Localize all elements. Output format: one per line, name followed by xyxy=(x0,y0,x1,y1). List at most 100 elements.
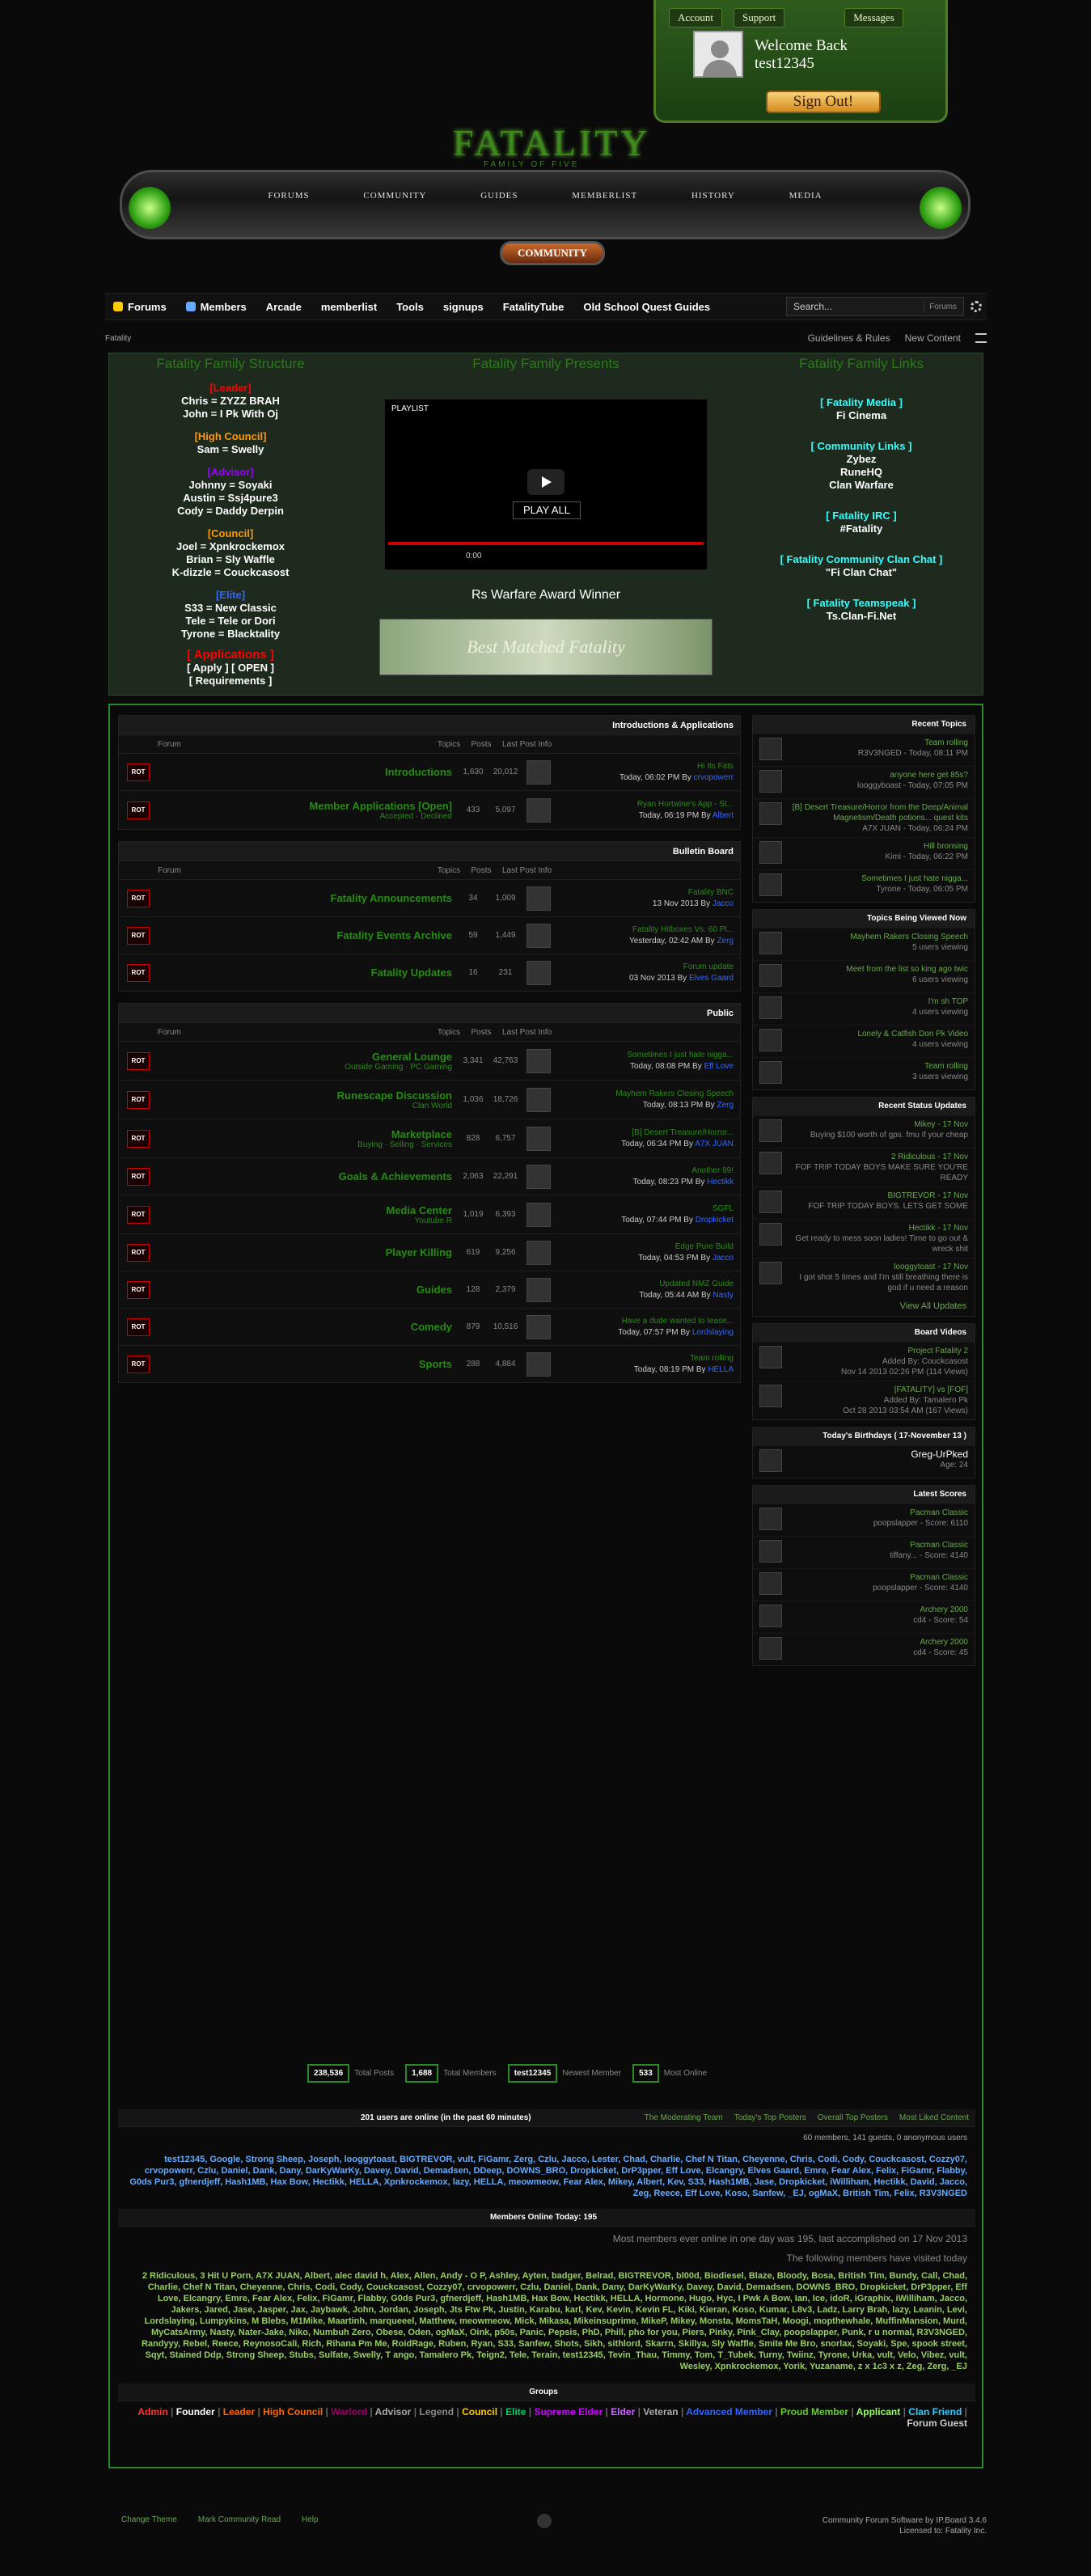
moderating-team-link[interactable]: The Moderating Team xyxy=(645,2113,723,2122)
sidebar-item[interactable]: Hill bronsing Kimi - Today, 06:22 PM xyxy=(753,837,975,869)
forum-row[interactable]: ROT Marketplace Buying · Selling · Service… xyxy=(119,1119,740,1157)
forum-title[interactable]: Sports xyxy=(158,1358,452,1370)
video-player[interactable]: PLAYLIST PLAY ALL 0:00 xyxy=(384,399,708,570)
last-post-title[interactable]: Updated NMZ Guide xyxy=(556,1279,734,1290)
avatar[interactable] xyxy=(759,1152,782,1174)
last-poster-avatar[interactable] xyxy=(526,1126,551,1151)
forum-title[interactable]: Player Killing xyxy=(158,1246,452,1258)
subforums[interactable]: Clan World xyxy=(158,1102,452,1110)
requirements-link[interactable]: [ Requirements ] xyxy=(109,675,352,687)
group-label[interactable]: Elite xyxy=(505,2406,526,2417)
avatar[interactable] xyxy=(759,1223,782,1246)
sidebar-item[interactable]: I'm sh TOP 4 users viewing xyxy=(753,992,975,1025)
last-post-title[interactable]: Fatality BNC xyxy=(556,887,734,899)
nav-memberlist[interactable]: MEMBERLIST xyxy=(572,191,637,201)
sidebar-item[interactable]: Sometimes I just hate nigga... Tyrone - T… xyxy=(753,869,975,902)
forum-title[interactable]: Fatality Updates xyxy=(158,967,452,979)
forum-title[interactable]: Fatality Announcements xyxy=(158,892,452,904)
sidebar-item[interactable]: Pacman Classic poopslapper - Score: 4140 xyxy=(753,1568,975,1601)
sidebar-item[interactable]: Pacman Classic tiffany... - Score: 4140 xyxy=(753,1536,975,1568)
sidebar-item[interactable]: Mikey - 17 Nov Buying $100 worth of gps. … xyxy=(753,1115,975,1148)
avatar[interactable] xyxy=(759,996,782,1019)
site-logo[interactable]: FATALITY xyxy=(453,121,651,164)
last-post-title[interactable]: Hi Its Fats xyxy=(556,761,734,772)
avatar[interactable] xyxy=(759,1385,782,1407)
birthday-item[interactable]: Greg-UrPked Age: 24 xyxy=(753,1445,975,1478)
top-posters-link[interactable]: Today's Top Posters xyxy=(734,2113,806,2122)
forum-title[interactable]: Goals & Achievements xyxy=(158,1170,452,1182)
last-poster-avatar[interactable] xyxy=(526,1087,551,1112)
last-poster-avatar[interactable] xyxy=(526,797,551,823)
last-poster-avatar[interactable] xyxy=(526,923,551,948)
last-poster-avatar[interactable] xyxy=(526,1202,551,1227)
avatar[interactable] xyxy=(759,1540,782,1563)
nav-history[interactable]: HISTORY xyxy=(691,191,735,201)
sidebar-item[interactable]: anyone here get 85s? looggyboast - Today,… xyxy=(753,766,975,798)
forum-row[interactable]: ROT Fatality Updates 16 231 Forum update 03 N… xyxy=(119,954,740,991)
nav-item-memberlist[interactable]: memberlist xyxy=(321,301,377,313)
last-post-title[interactable]: SGFL xyxy=(556,1203,734,1215)
category-title[interactable]: Public xyxy=(119,1004,740,1023)
last-post-title[interactable]: Sometimes I just hate nigga... xyxy=(556,1050,734,1061)
last-poster[interactable]: Elves Gaard xyxy=(689,974,734,983)
last-poster-avatar[interactable] xyxy=(526,1164,551,1189)
last-poster-avatar[interactable] xyxy=(526,1240,551,1265)
last-poster-avatar[interactable] xyxy=(526,960,551,985)
subforums[interactable]: Accepted · Declined xyxy=(158,812,453,821)
last-post-title[interactable]: [B] Desert Treasure/Horror... xyxy=(556,1127,734,1139)
avatar[interactable] xyxy=(759,1191,782,1213)
last-post-title[interactable]: Team rolling xyxy=(556,1353,734,1364)
avatar[interactable] xyxy=(759,770,782,793)
search-input[interactable]: Search... Forums xyxy=(786,297,964,316)
nav-item-arcade[interactable]: Arcade xyxy=(266,301,302,313)
sidebar-item[interactable]: 2 Ridiculous - 17 Nov FOF TRIP TODAY BOYS… xyxy=(753,1148,975,1186)
username[interactable]: test12345 xyxy=(755,55,848,73)
last-post-title[interactable]: Ryan Hortwine's App - St... xyxy=(556,799,734,810)
sign-out-button[interactable]: Sign Out! xyxy=(766,91,881,113)
nav-media[interactable]: MEDIA xyxy=(789,191,822,201)
avatar[interactable] xyxy=(759,1029,782,1051)
nav-item-quest-guides[interactable]: Old School Quest Guides xyxy=(583,301,710,313)
gear-icon[interactable] xyxy=(970,301,982,312)
last-poster-avatar[interactable] xyxy=(526,1277,551,1302)
sidebar-item[interactable]: [B] Desert Treasure/Horror from the Deep… xyxy=(753,798,975,837)
group-label[interactable]: Legend xyxy=(419,2406,454,2417)
last-poster-avatar[interactable] xyxy=(526,1048,551,1073)
last-poster[interactable]: HELLA xyxy=(708,1365,734,1374)
category-title[interactable]: Bulletin Board xyxy=(119,842,740,861)
sidebar-item[interactable]: [FATALITY] vs [FOF] Added By: Tamalero Pk… xyxy=(753,1381,975,1419)
forum-title[interactable]: Media Center xyxy=(158,1204,452,1216)
nav-community[interactable]: COMMUNITY xyxy=(363,191,426,201)
subforums[interactable]: Buying · Selling · Services xyxy=(158,1140,452,1149)
category-title[interactable]: Introductions & Applications xyxy=(119,716,740,735)
last-poster[interactable]: Jacco xyxy=(713,899,734,908)
view-all-updates-link[interactable]: View All Updates xyxy=(753,1296,975,1316)
group-label[interactable]: Advanced Member xyxy=(686,2406,772,2417)
last-post-title[interactable]: Fatality Hitboxes Vs. 60 Pl... xyxy=(556,924,734,936)
avatar[interactable] xyxy=(759,873,782,896)
last-poster-avatar[interactable] xyxy=(526,759,551,785)
subforums[interactable]: Youtube R xyxy=(158,1216,452,1225)
forum-title[interactable]: General Lounge xyxy=(158,1051,452,1063)
progress-bar[interactable] xyxy=(388,542,704,545)
last-poster[interactable]: Dropkicket xyxy=(696,1216,734,1225)
last-poster[interactable]: Jacco xyxy=(713,1254,734,1263)
forum-row[interactable]: ROT Comedy 879 10,516 Have a dude wanted to … xyxy=(119,1308,740,1345)
last-poster[interactable]: Hectikk xyxy=(707,1178,734,1186)
nav-item-forums[interactable]: Forums xyxy=(113,301,167,313)
most-liked-link[interactable]: Most Liked Content xyxy=(899,2113,969,2122)
play-icon[interactable] xyxy=(527,469,565,495)
search-scope[interactable]: Forums xyxy=(924,302,957,311)
mark-read-link[interactable]: Mark Community Read xyxy=(198,2515,281,2524)
last-poster-avatar[interactable] xyxy=(526,1351,551,1377)
change-theme-link[interactable]: Change Theme xyxy=(121,2515,177,2524)
new-content-link[interactable]: New Content xyxy=(905,332,961,344)
overall-top-posters-link[interactable]: Overall Top Posters xyxy=(818,2113,888,2122)
avatar[interactable] xyxy=(759,1119,782,1142)
sidebar-item[interactable]: Archery 2000 cd4 - Score: 54 xyxy=(753,1601,975,1633)
sidebar-item[interactable]: looggytoast - 17 Nov I got shot 5 times a… xyxy=(753,1258,975,1296)
last-poster[interactable]: Nasty xyxy=(713,1291,734,1300)
group-label[interactable]: Applicant xyxy=(856,2406,901,2417)
group-label[interactable]: Veteran xyxy=(643,2406,678,2417)
sidebar-item[interactable]: Archery 2000 cd4 - Score: 45 xyxy=(753,1633,975,1665)
